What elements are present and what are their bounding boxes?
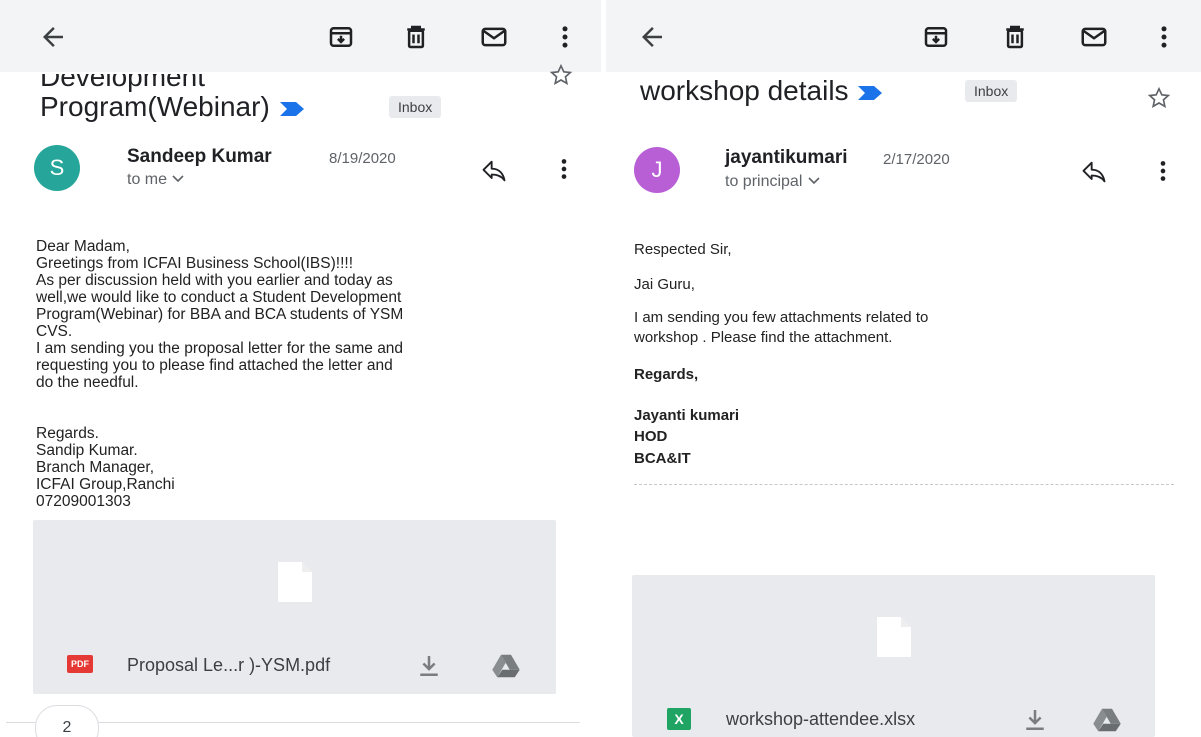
top-toolbar — [0, 0, 601, 72]
top-toolbar — [606, 0, 1201, 72]
file-icon — [276, 560, 314, 604]
xlsx-file-badge: X — [667, 708, 691, 730]
mail-icon[interactable] — [1079, 22, 1109, 52]
recipient-dropdown[interactable]: to me — [127, 171, 185, 189]
subject-text: workshop details — [640, 75, 849, 106]
collapsed-messages-count[interactable]: 2 — [35, 705, 99, 737]
sender-name: jayantikumari — [725, 147, 848, 168]
signature-name: Jayanti kumari — [634, 407, 740, 424]
email-date: 8/19/2020 — [329, 150, 396, 167]
recipient-label: to principal — [725, 173, 803, 190]
body-regards: Regards, — [634, 366, 699, 383]
message-more-icon[interactable] — [550, 155, 578, 183]
download-icon[interactable] — [414, 651, 444, 681]
chevron-down-icon — [171, 171, 185, 188]
trash-icon[interactable] — [401, 22, 431, 52]
email-subject-line2: Program(Webinar) — [40, 90, 306, 126]
quoted-text-separator — [634, 484, 1174, 485]
mail-icon[interactable] — [479, 22, 509, 52]
attachment-filename: Proposal Le...r )-YSM.pdf — [127, 655, 331, 675]
google-drive-icon[interactable] — [491, 651, 521, 681]
back-arrow-icon[interactable] — [637, 22, 667, 52]
trash-icon[interactable] — [1000, 22, 1030, 52]
email-body: Dear Madam, Greetings from ICFAI Busines… — [36, 238, 404, 510]
email-subject: workshop details — [640, 74, 884, 110]
star-outline-icon[interactable] — [1146, 85, 1172, 111]
left-email-panel: Development Program(Webinar) Inbox S San… — [0, 0, 601, 737]
google-drive-icon[interactable] — [1092, 705, 1122, 735]
body-paragraph-line1: I am sending you few attachments related… — [634, 309, 929, 326]
chevron-down-icon — [807, 173, 821, 190]
sender-avatar[interactable]: J — [634, 147, 680, 193]
recipient-dropdown[interactable]: to principal — [725, 173, 821, 191]
inbox-label-chip[interactable]: Inbox — [965, 80, 1018, 102]
file-icon — [875, 615, 913, 659]
subject-text: Program(Webinar) — [40, 91, 270, 122]
important-marker-icon — [856, 76, 884, 110]
sender-name: Sandeep Kumar — [127, 146, 272, 167]
signature-title: HOD — [634, 428, 668, 445]
archive-icon[interactable] — [326, 22, 356, 52]
inbox-label-chip[interactable]: Inbox — [389, 96, 442, 118]
attachment-card[interactable]: PDF Proposal Le...r )-YSM.pdf — [33, 520, 556, 694]
important-marker-icon — [278, 92, 306, 126]
download-icon[interactable] — [1020, 705, 1050, 735]
more-vertical-icon[interactable] — [1149, 22, 1179, 52]
pdf-file-badge: PDF — [67, 655, 93, 673]
archive-icon[interactable] — [921, 22, 951, 52]
attachment-card[interactable]: X workshop-attendee.xlsx — [632, 575, 1155, 737]
reply-icon[interactable] — [480, 157, 508, 185]
body-salutation: Jai Guru, — [634, 276, 695, 293]
back-arrow-icon[interactable] — [38, 22, 68, 52]
more-vertical-icon[interactable] — [550, 22, 580, 52]
attachment-filename: workshop-attendee.xlsx — [726, 709, 916, 729]
right-email-panel: workshop details Inbox J jayantikumari 2… — [606, 0, 1201, 737]
body-greeting: Respected Sir, — [634, 241, 732, 258]
message-more-icon[interactable] — [1149, 157, 1177, 185]
sender-avatar[interactable]: S — [34, 145, 80, 191]
reply-icon[interactable] — [1080, 158, 1108, 186]
body-paragraph-line2: workshop . Please find the attachment. — [634, 329, 893, 346]
email-date: 2/17/2020 — [883, 151, 950, 168]
star-outline-icon[interactable] — [548, 62, 574, 88]
recipient-label: to me — [127, 171, 168, 188]
signature-department: BCA&IT — [634, 450, 691, 467]
